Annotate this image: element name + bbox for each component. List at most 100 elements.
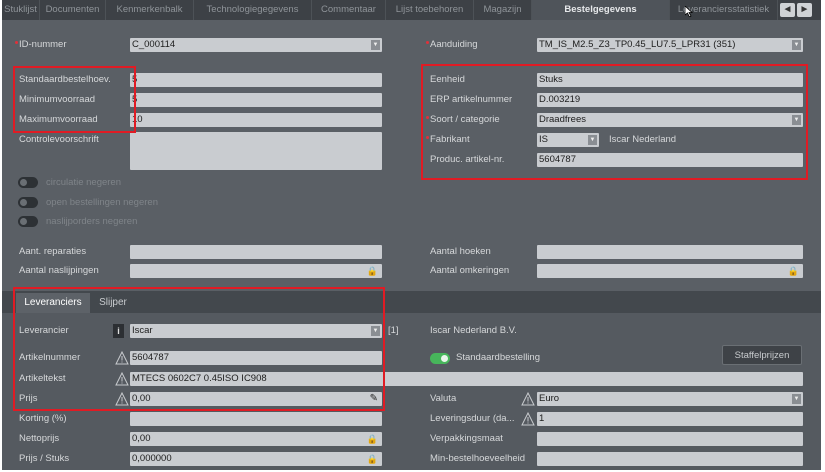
min-bestelhoeveelheid-label: Min-bestelhoeveelheid: [430, 453, 526, 464]
warning-icon: [115, 351, 129, 365]
warning-icon: [115, 372, 129, 386]
artikelnummer-field[interactable]: 5604787: [130, 351, 382, 365]
staffelprijzen-button[interactable]: Staffelprijzen: [722, 345, 802, 365]
chevron-down-icon[interactable]: ▼: [792, 40, 801, 50]
prijs-per-stuk-value: 0,000000: [132, 453, 172, 464]
circulatie-label: circulatie negeren: [46, 177, 121, 188]
mouse-cursor-icon: [685, 6, 693, 17]
tab-next-icon[interactable]: ►: [797, 3, 812, 17]
eenheid-field[interactable]: Stuks: [537, 73, 803, 87]
omkeringen-field[interactable]: 🔒: [537, 264, 803, 278]
nettoprijs-field[interactable]: 0,00 🔒: [130, 432, 382, 446]
leverancier-count: [1]: [388, 325, 399, 336]
tab-prev-icon[interactable]: ◄: [780, 3, 795, 17]
leveringsduur-field[interactable]: 1: [537, 412, 803, 426]
soort-value: Draadfrees: [539, 114, 586, 125]
artikeltekst-field[interactable]: MTECS 0602C7 0.45ISO IC908: [130, 372, 803, 386]
maximumvoorraad-field[interactable]: 10: [130, 113, 382, 127]
tab-stuklijst[interactable]: Stuklijst: [2, 0, 40, 20]
open-bestellingen-label: open bestellingen negeren: [46, 197, 158, 208]
tab-magazijn[interactable]: Magazijn: [474, 0, 532, 20]
subtab-slijper[interactable]: Slijper: [90, 293, 136, 313]
naslijporders-label: naslijporders negeren: [46, 216, 138, 227]
standaardbestelling-toggle[interactable]: [430, 353, 450, 364]
chevron-down-icon[interactable]: ▼: [371, 40, 380, 50]
edit-pencil-icon[interactable]: ✎: [370, 392, 378, 406]
tab-documenten[interactable]: Documenten: [40, 0, 106, 20]
fabrikant-code-field[interactable]: IS ▼: [537, 133, 599, 147]
open-bestellingen-toggle[interactable]: [18, 197, 38, 208]
valuta-field[interactable]: Euro ▼: [537, 392, 803, 406]
verpakkingsmaat-label: Verpakkingsmaat: [430, 433, 503, 444]
hoeken-label: Aantal hoeken: [430, 246, 491, 257]
standaardbestelling-label: Standaardbestelling: [456, 352, 540, 363]
produc-field[interactable]: 5604787: [537, 153, 803, 167]
naslijporders-toggle[interactable]: [18, 216, 38, 227]
warning-icon: [521, 392, 535, 406]
required-marker: [426, 116, 429, 119]
id-number-field[interactable]: C_000114 ▼: [130, 38, 382, 52]
fabrikant-label: Fabrikant: [430, 134, 470, 145]
minimumvoorraad-field[interactable]: 5: [130, 93, 382, 107]
prijs-value: 0,00: [132, 393, 151, 404]
erp-label: ERP artikelnummer: [430, 94, 513, 105]
leveringsduur-label: Leveringsduur (da...: [430, 413, 515, 424]
controlevoorschrift-field[interactable]: [130, 132, 382, 170]
eenheid-label: Eenheid: [430, 74, 465, 85]
tab-kenmerkenbalk[interactable]: Kenmerkenbalk: [106, 0, 194, 20]
tab-bestelgegevens[interactable]: Bestelgegevens: [532, 0, 670, 20]
app-window: Stuklijst Documenten Kenmerkenbalk Techn…: [2, 0, 821, 470]
aanduiding-field[interactable]: TM_IS_M2.5_Z3_TP0.45_LU7.5_LPR31 (351) ▼: [537, 38, 803, 52]
circulatie-toggle[interactable]: [18, 177, 38, 188]
info-icon[interactable]: i: [113, 324, 124, 338]
required-marker: [426, 41, 429, 44]
id-number-value: C_000114: [132, 39, 176, 50]
id-label: ID-nummer: [19, 39, 67, 50]
korting-field[interactable]: [130, 412, 382, 426]
warning-icon: [115, 392, 129, 406]
lock-icon: 🔒: [366, 434, 378, 444]
reparaties-field[interactable]: [130, 245, 382, 259]
controlevoorschrift-label: Controlevoorschrift: [19, 134, 99, 145]
standaardbestelhoev-label: Standaardbestelhoev.: [19, 74, 111, 85]
chevron-down-icon[interactable]: ▼: [588, 135, 597, 145]
soort-label: Soort / categorie: [430, 114, 500, 125]
aanduiding-value: TM_IS_M2.5_Z3_TP0.45_LU7.5_LPR31 (351): [539, 39, 736, 50]
hoeken-field[interactable]: [537, 245, 803, 259]
chevron-down-icon[interactable]: ▼: [371, 326, 380, 336]
leverancier-value: Iscar: [132, 325, 153, 336]
min-bestelhoeveelheid-field[interactable]: [537, 452, 803, 466]
reparaties-label: Aant. reparaties: [19, 246, 87, 257]
prijs-label: Prijs: [19, 393, 38, 404]
chevron-down-icon[interactable]: ▼: [792, 394, 801, 404]
subtab-leveranciers[interactable]: Leveranciers: [16, 293, 90, 313]
maximumvoorraad-label: Maximumvoorraad: [19, 114, 98, 125]
prijs-field[interactable]: 0,00 ✎: [130, 392, 382, 406]
tab-bar: Stuklijst Documenten Kenmerkenbalk Techn…: [2, 0, 821, 20]
standaardbestelhoev-field[interactable]: 5: [130, 73, 382, 87]
produc-label: Produc. artikel-nr.: [430, 154, 505, 165]
fabrikant-code-value: IS: [539, 134, 548, 145]
lock-icon: 🔒: [787, 266, 799, 276]
valuta-label: Valuta: [430, 393, 457, 404]
verpakkingsmaat-field[interactable]: [537, 432, 803, 446]
tab-lijst-toebehoren[interactable]: Lijst toebehoren: [386, 0, 474, 20]
tab-technologiegegevens[interactable]: Technologiegegevens: [194, 0, 312, 20]
leverancier-field[interactable]: Iscar ▼: [130, 324, 382, 338]
soort-field[interactable]: Draadfrees ▼: [537, 113, 803, 127]
erp-field[interactable]: D.003219: [537, 93, 803, 107]
chevron-down-icon[interactable]: ▼: [792, 115, 801, 125]
fabrikant-name: Iscar Nederland: [609, 134, 677, 145]
nettoprijs-label: Nettoprijs: [19, 433, 60, 444]
artikelnummer-label: Artikelnummer: [19, 352, 81, 363]
warning-icon: [521, 412, 535, 426]
supplier-name: Iscar Nederland B.V.: [430, 325, 517, 336]
required-marker: [15, 41, 18, 44]
prijs-per-stuk-field[interactable]: 0,000000 🔒: [130, 452, 382, 466]
naslijpingen-field[interactable]: 🔒: [130, 264, 382, 278]
valuta-value: Euro: [539, 393, 560, 404]
tab-commentaar[interactable]: Commentaar: [312, 0, 386, 20]
lock-icon: 🔒: [366, 266, 378, 276]
prijs-per-stuk-label: Prijs / Stuks: [19, 453, 70, 464]
lock-icon: 🔒: [366, 454, 378, 464]
